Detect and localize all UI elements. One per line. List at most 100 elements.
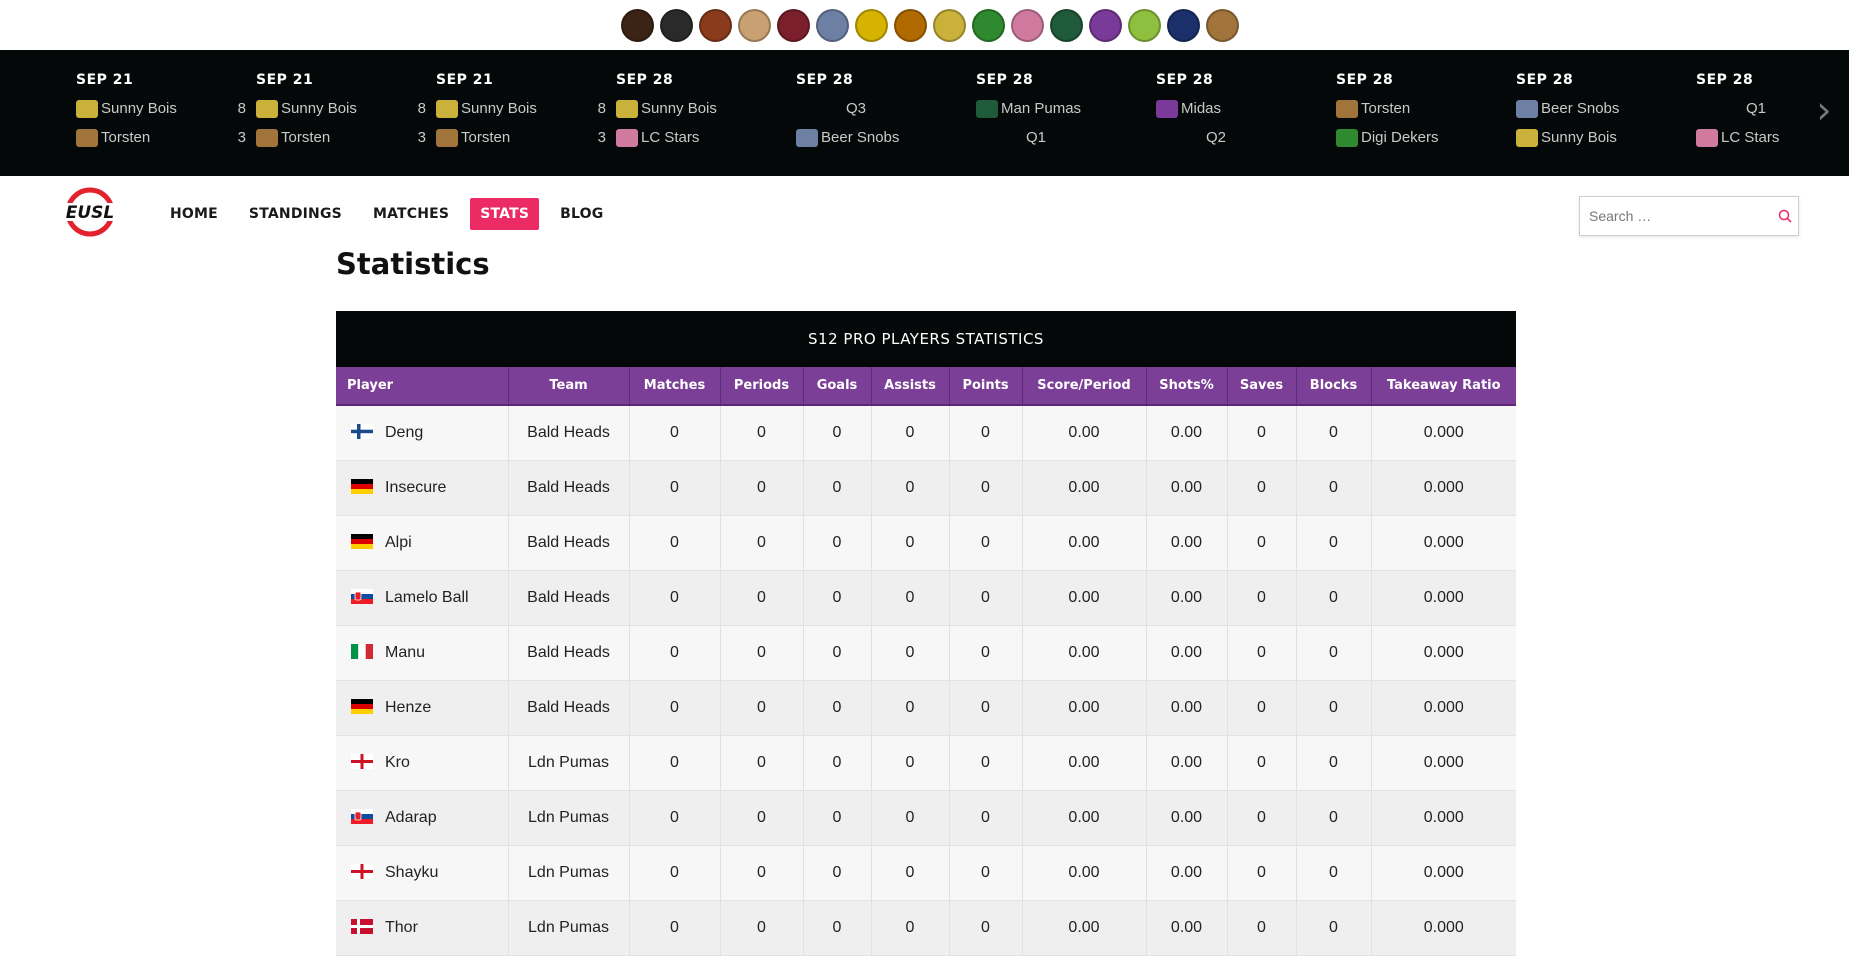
monkey-logo-icon[interactable]: [659, 8, 693, 42]
ticker-match[interactable]: SEP 21 Sunny Bois 8 Torsten 3: [436, 72, 606, 162]
cell-team[interactable]: Bald Heads: [508, 570, 630, 626]
beer-snobs-logo-icon[interactable]: [815, 8, 849, 42]
player-name[interactable]: Henze: [385, 699, 431, 716]
cell-shots-pct: 0.00: [1146, 735, 1228, 791]
bazar-logo-icon[interactable]: [737, 8, 771, 42]
ldn-pumas-logo-icon[interactable]: [776, 8, 810, 42]
pucksters-logo-icon[interactable]: [854, 8, 888, 42]
column-header-assists[interactable]: Assists: [871, 367, 950, 406]
ticker-match[interactable]: SEP 28 Q1 LC Stars: [1696, 72, 1849, 162]
digi-dekers-logo-icon[interactable]: [971, 8, 1005, 42]
cell-team[interactable]: Ldn Pumas: [508, 790, 630, 846]
player-name[interactable]: Manu: [385, 644, 425, 661]
eusl-logo[interactable]: EUSL: [62, 186, 118, 238]
cell-periods: 0: [720, 680, 804, 736]
column-header-blocks[interactable]: Blocks: [1296, 367, 1372, 406]
cell-matches: 0: [629, 680, 721, 736]
column-header-points[interactable]: Points: [949, 367, 1023, 406]
ticker-match[interactable]: SEP 28 Man Pumas Q1: [976, 72, 1146, 162]
germany-flag-icon: [351, 479, 373, 494]
blue-circle-logo-icon[interactable]: [1166, 8, 1200, 42]
column-header-shots-[interactable]: Shots%: [1146, 367, 1228, 406]
cell-team[interactable]: Bald Heads: [508, 680, 630, 736]
cell-team[interactable]: Bald Heads: [508, 460, 630, 516]
england-flag-icon: [351, 864, 373, 879]
ticker-match[interactable]: SEP 28 Q3 Beer Snobs: [796, 72, 966, 162]
ticker-match[interactable]: SEP 28 Midas Q2: [1156, 72, 1326, 162]
germany-flag-icon: [351, 534, 373, 549]
player-name[interactable]: Lamelo Ball: [385, 589, 469, 606]
man-pumas-logo-icon[interactable]: [1049, 8, 1083, 42]
scores-ticker: › SEP 21 Sunny Bois 8 Torsten 3 SEP 21 Sunny B…: [0, 50, 1849, 176]
cell-score-period: 0.00: [1022, 515, 1147, 571]
cell-team[interactable]: Ldn Pumas: [508, 900, 630, 956]
svg-text:EUSL: EUSL: [66, 203, 115, 223]
bald-heads-logo-icon[interactable]: [620, 8, 654, 42]
nav-stats[interactable]: STATS: [470, 198, 540, 230]
green-logo-icon[interactable]: [1127, 8, 1161, 42]
cell-assists: 0: [871, 680, 950, 736]
table-row: Manu Bald Heads 0 0 0 0 0 0.00 0.00 0 0 0.000: [336, 625, 1516, 681]
cell-points: 0: [949, 680, 1023, 736]
lc-stars-logo-icon[interactable]: [1010, 8, 1044, 42]
cell-team[interactable]: Bald Heads: [508, 625, 630, 681]
nav-standings[interactable]: STANDINGS: [239, 198, 352, 230]
ticker-match[interactable]: SEP 21 Sunny Bois 8 Torsten 3: [256, 72, 426, 162]
page-title: Statistics: [336, 247, 490, 281]
denmark-flag-icon: [351, 919, 373, 934]
search-input[interactable]: [1580, 197, 1772, 235]
cell-goals: 0: [803, 900, 872, 956]
cell-points: 0: [949, 570, 1023, 626]
search-icon[interactable]: [1772, 198, 1798, 234]
cell-blocks: 0: [1296, 625, 1372, 681]
team-logo-icon: [976, 99, 998, 118]
cell-shots-pct: 0.00: [1146, 405, 1228, 461]
player-name[interactable]: Adarap: [385, 809, 437, 826]
nav-matches[interactable]: MATCHES: [363, 198, 459, 230]
cell-shots-pct: 0.00: [1146, 680, 1228, 736]
nav-blog[interactable]: BLOG: [550, 198, 613, 230]
player-name[interactable]: Deng: [385, 424, 423, 441]
torsten-logo-icon[interactable]: [1205, 8, 1239, 42]
lions-logo-icon[interactable]: [893, 8, 927, 42]
cell-team[interactable]: Ldn Pumas: [508, 845, 630, 901]
column-header-score-period[interactable]: Score/Period: [1022, 367, 1147, 406]
player-cell: Henze: [336, 680, 509, 736]
cell-team[interactable]: Bald Heads: [508, 515, 630, 571]
cell-takeaway-ratio: 0.000: [1371, 515, 1516, 571]
player-name[interactable]: Insecure: [385, 479, 446, 496]
team-name: Sunny Bois: [281, 100, 357, 117]
cell-takeaway-ratio: 0.000: [1371, 625, 1516, 681]
cell-score-period: 0.00: [1022, 625, 1147, 681]
player-name[interactable]: Shayku: [385, 864, 438, 881]
ticker-match[interactable]: SEP 28 Sunny Bois LC Stars: [616, 72, 786, 162]
cell-team[interactable]: Ldn Pumas: [508, 735, 630, 791]
cell-shots-pct: 0.00: [1146, 845, 1228, 901]
match-date: SEP 21: [436, 72, 494, 88]
cell-goals: 0: [803, 515, 872, 571]
cell-team[interactable]: Bald Heads: [508, 405, 630, 461]
midas-logo-icon[interactable]: [1088, 8, 1122, 42]
sunny-bois-logo-icon[interactable]: [932, 8, 966, 42]
column-header-takeaway-ratio[interactable]: Takeaway Ratio: [1371, 367, 1516, 406]
team-logo-icon: [1156, 99, 1178, 118]
column-header-team[interactable]: Team: [508, 367, 630, 406]
finland-flag-icon: [351, 424, 373, 439]
player-name[interactable]: Alpi: [385, 534, 412, 551]
column-header-periods[interactable]: Periods: [720, 367, 804, 406]
column-header-matches[interactable]: Matches: [629, 367, 721, 406]
tiger-logo-icon[interactable]: [698, 8, 732, 42]
ticker-match[interactable]: SEP 28 Beer Snobs Sunny Bois: [1516, 72, 1686, 162]
player-cell: Alpi: [336, 515, 509, 571]
match-date: SEP 28: [1516, 72, 1574, 88]
column-header-goals[interactable]: Goals: [803, 367, 872, 406]
nav-home[interactable]: HOME: [160, 198, 228, 230]
ticker-match[interactable]: SEP 21 Sunny Bois 8 Torsten 3: [76, 72, 246, 162]
team-score: 3: [597, 129, 606, 146]
player-name[interactable]: Thor: [385, 919, 418, 936]
player-name[interactable]: Kro: [385, 754, 410, 771]
column-header-player[interactable]: Player: [336, 367, 509, 406]
column-header-saves[interactable]: Saves: [1227, 367, 1297, 406]
ticker-match[interactable]: SEP 28 Torsten Digi Dekers: [1336, 72, 1506, 162]
match-date: SEP 21: [76, 72, 134, 88]
